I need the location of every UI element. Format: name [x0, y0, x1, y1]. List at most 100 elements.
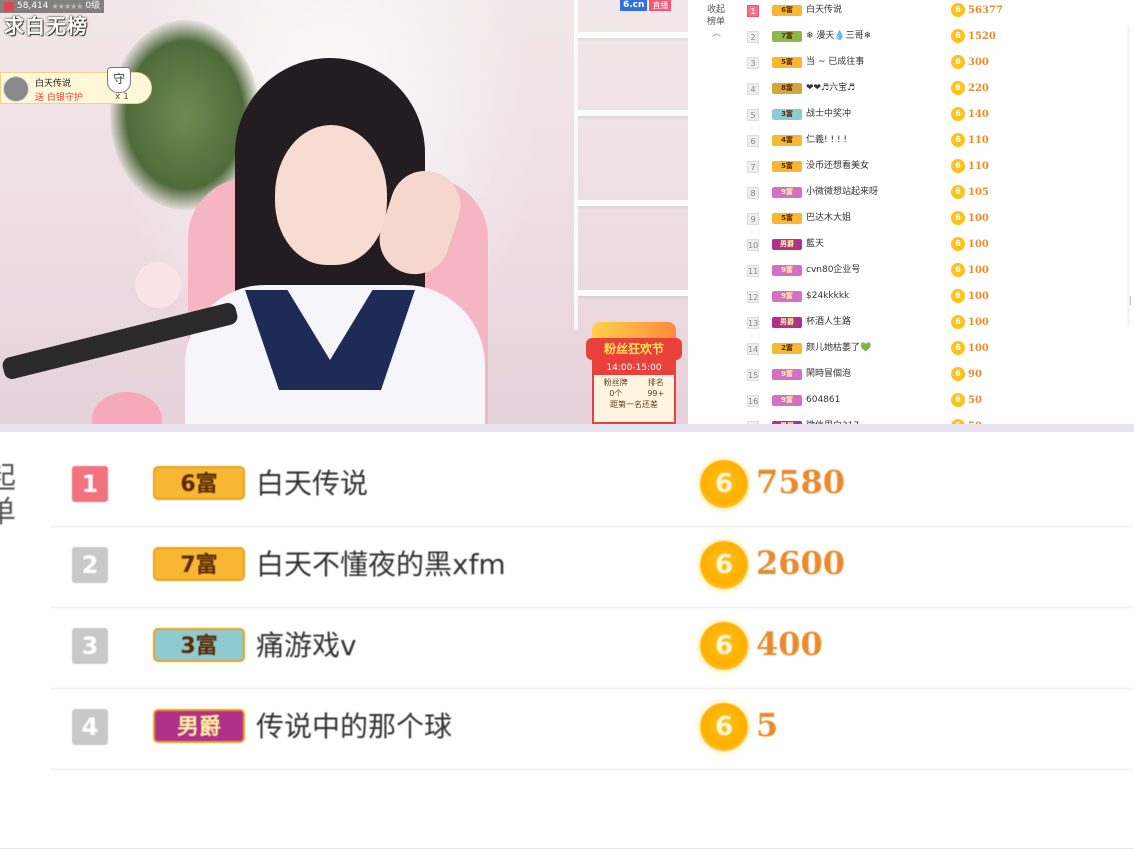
contribution-value: 100 [968, 239, 989, 250]
ranking-row[interactable]: 11 9富 cvn80企业号 6 100 [688, 260, 1134, 286]
contribution-ranking: 收起榜单 ︿ 1 6富 白天传说 6 56377 2 7富 ❄ 漫天💧三哥❄ 6 1520 3 5富当… [688, 0, 1134, 424]
user-name[interactable]: 白天传说 [256, 466, 368, 502]
contribution-value: 5 [756, 706, 779, 744]
brand-live: 直播 [649, 0, 672, 11]
rank-number: 2 [747, 31, 759, 43]
user-name[interactable]: ❤❤♬六宝♬ [806, 82, 855, 95]
avatar[interactable] [3, 76, 29, 102]
notice-count: x 1 [115, 92, 129, 102]
wealth-badge: 4富 [772, 135, 802, 146]
coin-icon: 6 [951, 3, 965, 17]
rank-number: 5 [747, 109, 759, 121]
coin-icon: 6 [951, 133, 965, 147]
ranking-zoomed-row[interactable]: 4 男爵 传说中的那个球 6 5 [50, 689, 1134, 770]
rank-number: 2 [72, 547, 108, 583]
wealth-badge: 9富 [772, 187, 802, 198]
wealth-badge: 5富 [772, 57, 802, 68]
ranking-zoomed-row[interactable]: 2 7富 白天不懂夜的黑xfm 6 2600 [50, 527, 1134, 608]
notice-user: 白天传说 [35, 79, 72, 89]
ranking-row[interactable]: 3 5富当 ~ 已成往事 6 300 [688, 52, 1134, 78]
ranking-row[interactable]: 6 4富 仁義! ! ! ! 6 110 [688, 130, 1134, 156]
ranking-row[interactable]: 14 2富 颜儿她枯萎了💚 6 100 [688, 338, 1134, 364]
user-name[interactable]: 当 ~ 已成往事 [806, 56, 864, 69]
rank-number: 3 [72, 628, 108, 664]
user-name[interactable]: 痛游戏v [256, 628, 357, 664]
user-name[interactable]: 颜儿她枯萎了💚 [806, 342, 871, 355]
streamer-face [275, 125, 387, 265]
video-lamp [135, 262, 181, 308]
ranking-row[interactable]: 5 3富 战士中奖冲 6 140 [688, 104, 1134, 130]
ranking-row[interactable]: 16 9富 604861 6 50 [688, 390, 1134, 416]
user-name[interactable]: $24kkkkk [806, 290, 849, 303]
ranking-row[interactable]: 15 9富 閑時冒個泡 6 90 [688, 364, 1134, 390]
coin-icon: 6 [951, 237, 965, 251]
rank-number: 9 [747, 213, 759, 225]
wealth-badge: 9富 [772, 395, 802, 406]
user-name[interactable]: 小微微想站起来呀 [806, 186, 878, 199]
user-name[interactable]: cvn80企业号 [806, 264, 860, 277]
fan-carnival-badge[interactable]: 粉丝狂欢节 14:00-15:00 粉丝牌 0个 排名 99+ 距第一名还差 [586, 322, 682, 424]
wealth-badge: 5富 [772, 213, 802, 224]
user-name[interactable]: 604861 [806, 394, 840, 407]
collapse-label-zoomed[interactable]: 起单 [0, 462, 16, 530]
scrollbar[interactable] [1127, 26, 1130, 326]
contribution-value: 110 [968, 161, 989, 172]
user-name[interactable]: 白天不懂夜的黑xfm [256, 547, 506, 583]
wealth-badge: 男爵 [772, 239, 802, 250]
ranking-row[interactable]: 13 男爵 杯酒人生路 6 100 [688, 312, 1134, 338]
contribution-value: 90 [968, 369, 982, 380]
user-name[interactable]: 巴达木大姐 [806, 212, 851, 225]
coin-icon: 6 [700, 541, 748, 589]
ranking-zoomed: 起单 1 6富 白天传说 6 7580 2 7富 白天不懂夜的黑xfm 6 2600 3 3富 痛游戏v… [0, 432, 1134, 849]
live-video[interactable]: 58,414 ★★★★★ 0级 求白无榜 6.cn 直播 白天传说 送 白银守护… [0, 0, 688, 424]
rank-number: 1 [72, 466, 108, 502]
section-divider [0, 424, 1134, 432]
ranking-row[interactable]: 2 7富 ❄ 漫天💧三哥❄ 6 1520 [688, 26, 1134, 52]
ranking-row[interactable]: 10 男爵 藍天 6 100 [688, 234, 1134, 260]
contribution-value: 105 [968, 187, 989, 198]
ranking-row[interactable]: 4 8富 ❤❤♬六宝♬ 6 220 [688, 78, 1134, 104]
coin-icon: 6 [700, 622, 748, 670]
rank-number: 4 [747, 83, 759, 95]
scroll-handle-icon[interactable]: | [1129, 296, 1132, 306]
ranking-zoomed-row[interactable]: 3 3富 痛游戏v 6 400 [50, 608, 1134, 689]
ranking-row[interactable]: 8 9富 小微微想站起来呀 6 105 [688, 182, 1134, 208]
user-name[interactable]: 藍天 [806, 238, 824, 251]
contribution-value: 140 [968, 109, 989, 120]
contribution-value: 100 [968, 317, 989, 328]
wealth-badge: 7富 [772, 31, 802, 42]
ranking-row[interactable]: 12 9富 $24kkkkk 6 100 [688, 286, 1134, 312]
wealth-badge: 2富 [772, 343, 802, 354]
event-box: 14:00-15:00 粉丝牌 0个 排名 99+ 距第一名还差 [592, 360, 676, 424]
user-name[interactable]: ❄ 漫天💧三哥❄ [806, 30, 871, 43]
ranking-row[interactable]: 7 5富 没币还想看美女 6 110 [688, 156, 1134, 182]
contribution-value: 56377 [968, 5, 1003, 16]
ranking-row[interactable]: 17男爵微信里白317650 [688, 416, 1134, 424]
notice-action: 送 白银守护 [35, 93, 83, 103]
contribution-value: 100 [968, 213, 989, 224]
coin-icon: 6 [951, 159, 965, 173]
wealth-badge: 男爵 [153, 709, 245, 743]
user-name[interactable]: 閑時冒個泡 [806, 368, 851, 381]
coin-icon: 6 [951, 185, 965, 199]
ranking-row[interactable]: 9 5富 巴达木大姐 6 100 [688, 208, 1134, 234]
user-name[interactable]: 杯酒人生路 [806, 316, 851, 329]
ranking-row[interactable]: 1 6富 白天传说 6 56377 [688, 0, 1134, 26]
shield-icon: 守 [107, 67, 131, 93]
coin-icon: 6 [951, 341, 965, 355]
coin-icon: 6 [700, 460, 748, 508]
user-name[interactable]: 没币还想看美女 [806, 160, 869, 173]
brand-logo[interactable]: 6.cn 直播 [620, 0, 672, 11]
event-col-fans: 粉丝牌 0个 [604, 377, 628, 399]
wealth-badge: 7富 [153, 547, 245, 581]
coin-icon: 6 [951, 315, 965, 329]
ranking-zoomed-row[interactable]: 1 6富 白天传说 6 7580 [50, 446, 1134, 527]
gift-notice: 白天传说 送 白银守护 守 x 1 [0, 67, 152, 104]
user-name[interactable]: 白天传说 [806, 4, 842, 17]
contribution-value: 100 [968, 265, 989, 276]
wealth-badge: 8富 [772, 83, 802, 94]
user-name[interactable]: 传说中的那个球 [256, 709, 452, 745]
user-name[interactable]: 仁義! ! ! ! [806, 134, 847, 147]
user-name[interactable]: 战士中奖冲 [806, 108, 851, 121]
rank-number: 3 [747, 57, 759, 69]
